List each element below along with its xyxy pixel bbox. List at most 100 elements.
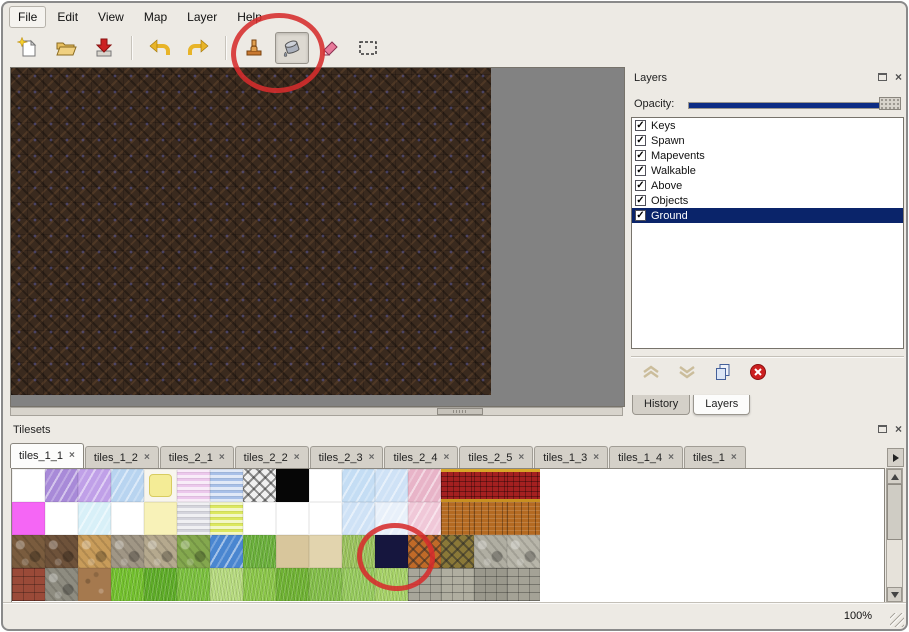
layer-row[interactable]: ✓ Walkable [632, 163, 903, 178]
tab-close-icon[interactable]: × [69, 451, 75, 461]
palette-tile[interactable] [375, 502, 408, 535]
menu-item[interactable]: Help [228, 6, 271, 28]
palette-tile[interactable] [342, 535, 375, 568]
palette-tile[interactable] [408, 568, 441, 601]
palette-tile[interactable] [309, 535, 342, 568]
tab-close-icon[interactable]: × [144, 453, 150, 463]
palette-tile[interactable] [12, 535, 45, 568]
undo-button[interactable] [143, 32, 177, 64]
palette-tile[interactable] [408, 502, 441, 535]
palette-tile[interactable] [276, 502, 309, 535]
tileset-tab[interactable]: tiles_2_5 × [459, 446, 533, 468]
layer-visibility-checkbox[interactable]: ✓ [635, 120, 646, 131]
tileset-tab[interactable]: tiles_1_2 × [85, 446, 159, 468]
tileset-tab[interactable]: tiles_1_4 × [609, 446, 683, 468]
palette-tile[interactable] [507, 469, 540, 502]
palette-tile[interactable] [408, 469, 441, 502]
palette-tile[interactable] [441, 502, 474, 535]
palette-tile[interactable] [309, 469, 342, 502]
rect-select-button[interactable] [351, 32, 385, 64]
layer-visibility-checkbox[interactable]: ✓ [635, 210, 646, 221]
tab-close-icon[interactable]: × [518, 453, 524, 463]
layer-row[interactable]: ✓ Above [632, 178, 903, 193]
layer-row[interactable]: ✓ Mapevents [632, 148, 903, 163]
tileset-tab[interactable]: tiles_2_2 × [235, 446, 309, 468]
palette-tile[interactable] [111, 469, 144, 502]
opacity-slider[interactable] [688, 97, 901, 111]
palette-tile[interactable] [111, 568, 144, 601]
palette-tile[interactable] [441, 469, 474, 502]
layer-row[interactable]: ✓ Spawn [632, 133, 903, 148]
palette-tile[interactable] [342, 469, 375, 502]
close-panel-icon[interactable]: × [895, 72, 902, 82]
palette-tile[interactable] [408, 535, 441, 568]
palette-tile[interactable] [210, 568, 243, 601]
tab-close-icon[interactable]: × [444, 453, 450, 463]
palette-tile[interactable] [276, 469, 309, 502]
float-panel-icon[interactable] [878, 73, 887, 81]
layer-visibility-checkbox[interactable]: ✓ [635, 135, 646, 146]
layer-row[interactable]: ✓ Objects [632, 193, 903, 208]
palette-tile[interactable] [474, 469, 507, 502]
palette-tile[interactable] [243, 469, 276, 502]
palette-tile[interactable] [144, 502, 177, 535]
bucket-fill-button[interactable] [275, 32, 309, 64]
layer-visibility-checkbox[interactable]: ✓ [635, 150, 646, 161]
open-map-button[interactable] [49, 32, 83, 64]
palette-tile[interactable] [45, 469, 78, 502]
tileset-tab[interactable]: tiles_2_1 × [160, 446, 234, 468]
side-panel-tab[interactable]: History [632, 395, 690, 415]
palette-tile[interactable] [177, 535, 210, 568]
palette-tile[interactable] [78, 469, 111, 502]
palette-vertical-scrollbar[interactable] [886, 468, 903, 603]
palette-tile[interactable] [342, 502, 375, 535]
resize-grip[interactable] [890, 613, 904, 627]
palette-tile[interactable] [45, 535, 78, 568]
palette-tile[interactable] [375, 469, 408, 502]
palette-tile[interactable] [441, 535, 474, 568]
palette-tile[interactable] [177, 469, 210, 502]
layer-row[interactable]: ✓ Ground [632, 208, 903, 223]
stamp-tool-button[interactable] [237, 32, 271, 64]
new-map-button[interactable] [11, 32, 45, 64]
palette-tile[interactable] [144, 535, 177, 568]
menu-item[interactable]: Layer [178, 6, 226, 28]
layer-visibility-checkbox[interactable]: ✓ [635, 180, 646, 191]
opacity-slider-handle[interactable] [879, 97, 901, 110]
menu-item[interactable]: View [89, 6, 133, 28]
tab-close-icon[interactable]: × [219, 453, 225, 463]
close-panel-icon[interactable]: × [895, 424, 902, 434]
side-panel-tab[interactable]: Layers [693, 395, 750, 415]
palette-tile[interactable] [441, 568, 474, 601]
palette-tile[interactable] [309, 502, 342, 535]
opacity-slider-track[interactable] [688, 102, 901, 109]
tileset-tab[interactable]: tiles_1_1 × [10, 443, 84, 468]
menu-item[interactable]: Edit [48, 6, 87, 28]
scroll-down-button[interactable] [887, 587, 902, 602]
palette-tile[interactable] [12, 502, 45, 535]
palette-tile[interactable] [111, 535, 144, 568]
tab-close-icon[interactable]: × [593, 453, 599, 463]
layer-visibility-checkbox[interactable]: ✓ [635, 165, 646, 176]
tileset-tab[interactable]: tiles_1 × [684, 446, 746, 468]
delete-layer-button[interactable] [749, 363, 767, 381]
palette-tile[interactable] [210, 502, 243, 535]
palette-tile[interactable] [177, 568, 210, 601]
palette-tile[interactable] [507, 568, 540, 601]
tileset-tab[interactable]: tiles_2_4 × [384, 446, 458, 468]
raise-layer-button[interactable] [641, 364, 661, 380]
palette-tile[interactable] [12, 568, 45, 601]
palette-tile[interactable] [243, 535, 276, 568]
tab-close-icon[interactable]: × [294, 453, 300, 463]
duplicate-layer-button[interactable] [713, 363, 733, 381]
palette-tile[interactable] [276, 568, 309, 601]
palette-tile[interactable] [243, 502, 276, 535]
map-horizontal-scrollbar[interactable] [10, 407, 623, 416]
redo-button[interactable] [181, 32, 215, 64]
scroll-up-button[interactable] [887, 469, 902, 484]
palette-tile[interactable] [177, 502, 210, 535]
palette-tile[interactable] [243, 568, 276, 601]
eraser-button[interactable] [313, 32, 347, 64]
palette-tile[interactable] [342, 568, 375, 601]
scrollbar-thumb[interactable] [437, 408, 483, 415]
